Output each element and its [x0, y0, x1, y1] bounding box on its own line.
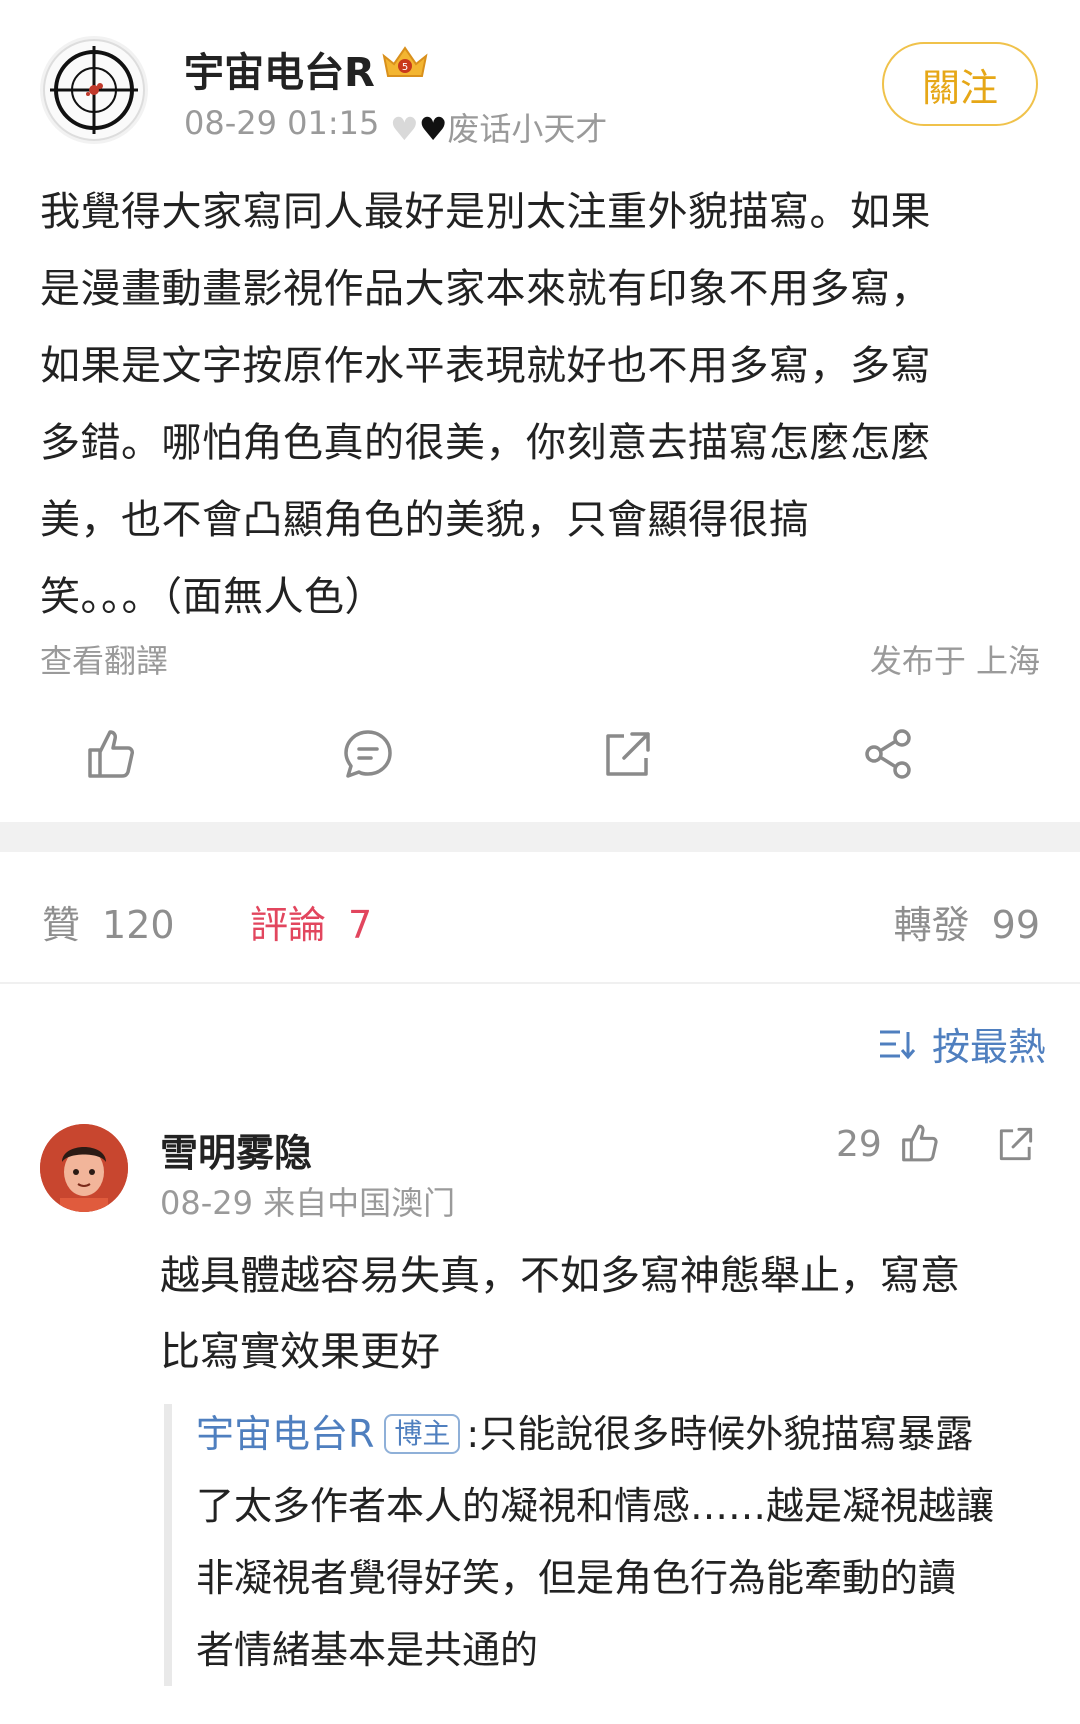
post-location: 发布于 上海 [869, 642, 1040, 680]
comment-meta: 08-29 来自中国澳门 [160, 1184, 456, 1222]
crosshair-avatar-image [43, 39, 145, 141]
section-divider [0, 822, 1080, 852]
post-tail: ♥♥废话小天才 [390, 104, 607, 150]
post-body: 我覺得大家寫同人最好是別太注重外貌描寫。如果 是漫畫動畫影視作品大家本來就有印象… [40, 174, 1040, 636]
reply-block[interactable]: 宇宙电台R 博主:只能說很多時候外貌描寫暴露 了太多作者本人的凝視和情感……越是凝… [196, 1398, 1046, 1686]
post-line: 笑。。。（面無人色） [40, 574, 385, 620]
post-line: 多錯。哪怕角色真的很美，你刻意去描寫怎麼怎麼 [40, 420, 931, 466]
like-button[interactable] [80, 724, 140, 784]
post-line: 是漫畫動畫影視作品大家本來就有印象不用多寫， [40, 266, 931, 312]
share-button[interactable] [858, 724, 918, 784]
comment-line: 比寫實效果更好 [160, 1329, 440, 1375]
reply-line: 宇宙电台R 博主:只能說很多時候外貌描寫暴露 [196, 1398, 1046, 1470]
author-badge: 博主 [384, 1414, 461, 1454]
comment-like-count: 29 [836, 1124, 882, 1165]
tab-comments[interactable]: 評論 7 [250, 894, 372, 949]
sort-icon [879, 1030, 916, 1059]
reply-author[interactable]: 宇宙电台R [196, 1412, 374, 1456]
tab-comments-count: 7 [348, 903, 373, 947]
reply-line: 者情緒基本是共通的 [196, 1628, 539, 1672]
white-heart-icon: ♥ [390, 110, 419, 148]
share-icon [865, 729, 911, 779]
repost-button[interactable] [598, 724, 658, 784]
author-avatar[interactable] [40, 36, 148, 144]
reply-quote-bar [164, 1404, 172, 1686]
post-line: 美，也不會凸顯角色的美貌，只會顯得很搞 [40, 497, 810, 543]
tab-reposts[interactable]: 轉發 99 [894, 894, 1040, 949]
svg-text:5: 5 [402, 62, 408, 73]
commenter-avatar[interactable] [40, 1124, 128, 1212]
tab-likes[interactable]: 贊 120 [42, 894, 175, 949]
tab-reposts-count: 99 [991, 903, 1040, 947]
comment-icon [344, 730, 392, 778]
reply-text-first: 只能說很多時候外貌描寫暴露 [479, 1412, 974, 1456]
tabs-divider [0, 982, 1080, 984]
reply-line: 了太多作者本人的凝視和情感……越是凝視越讓 [196, 1484, 995, 1528]
commenter-name[interactable]: 雪明雾隐 [160, 1122, 312, 1177]
comment-share-button[interactable] [994, 1122, 1038, 1166]
reply-line: 非凝視者覺得好笑，但是角色行為能牽動的讀 [196, 1556, 957, 1600]
post-line: 如果是文字按原作水平表現就好也不用多寫，多寫 [40, 343, 931, 389]
comment-body: 越具體越容易失真，不如多寫神態舉止，寫意 比寫實效果更好 [160, 1238, 1040, 1390]
repost-icon [999, 1127, 1033, 1161]
tail-text: 废话小天才 [447, 110, 608, 148]
like-icon [88, 730, 134, 778]
follow-button[interactable]: 關注 [882, 42, 1038, 126]
commenter-avatar-image [40, 1124, 128, 1212]
post-line: 我覺得大家寫同人最好是別太注重外貌描寫。如果 [40, 189, 931, 235]
comment-like-button[interactable] [896, 1120, 942, 1166]
repost-icon [606, 732, 650, 776]
tab-likes-label: 贊 [42, 903, 81, 947]
sort-toggle[interactable]: 按最熱 [878, 1016, 1046, 1071]
post-time: 08-29 01:15 [184, 104, 380, 142]
tab-likes-count: 120 [102, 903, 175, 947]
sort-label: 按最熱 [931, 1025, 1046, 1069]
vip-crown-icon: 5 [380, 42, 430, 82]
comment-line: 越具體越容易失真，不如多寫神態舉止，寫意 [160, 1253, 960, 1299]
like-icon [902, 1124, 938, 1162]
comment-button[interactable] [338, 724, 398, 784]
tab-reposts-label: 轉發 [893, 903, 970, 947]
author-name[interactable]: 宇宙电台R [184, 40, 375, 98]
tab-comments-label: 評論 [250, 903, 327, 947]
black-heart-icon: ♥ [418, 110, 448, 148]
reply-colon: : [466, 1412, 480, 1456]
view-translation-link[interactable]: 查看翻譯 [40, 636, 168, 682]
